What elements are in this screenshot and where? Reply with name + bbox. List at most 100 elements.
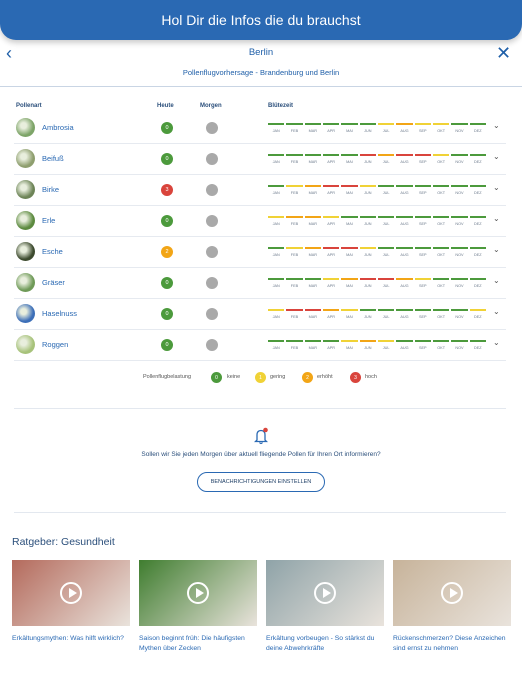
article-card[interactable]: Rückenschmerzen? Diese Anzeichen sind er… [393,560,511,654]
bloom-level-bar [286,278,303,280]
bloom-level-bar [359,309,376,311]
bloom-level-bar [341,123,358,125]
chevron-down-icon[interactable]: ⌄ [493,276,500,285]
pollen-row[interactable]: Gräser 0 JAN FEB MAR APR MAI JUN JUL AUG SEP OKT NOV… [14,268,506,299]
bloom-month: DEZ [469,151,487,167]
month-label: FEB [290,253,299,257]
column-header-today: Heute [157,103,174,109]
pollen-row[interactable]: Ambrosia 0 JAN FEB MAR APR MAI JUN JUL AUG SEP OKT N… [14,113,506,144]
bloom-level-bar [396,185,413,187]
today-level-badge: 3 [161,184,173,196]
bloom-month: OKT [432,306,450,322]
article-title[interactable]: Erkältungsmythen: Was hilft wirklich? [12,634,130,644]
bloom-level-bar [451,309,468,311]
bloom-month: OKT [432,337,450,353]
bloom-month: JUL [377,337,395,353]
bloom-level-bar [286,154,303,156]
article-title[interactable]: Saison beginnt früh: Die häufigsten Myth… [139,634,257,654]
page-subtitle: Pollenflugvorhersage - Brandenburg und B… [182,68,340,77]
bloom-month: JUN [359,213,377,229]
pollen-row[interactable]: Birke 3 JAN FEB MAR APR MAI JUN JUL AUG SEP OKT NOV D… [14,175,506,206]
pollen-row[interactable]: Erle 0 JAN FEB MAR APR MAI JUN JUL AUG SEP OKT NOV DE… [14,206,506,237]
bloom-level-bar [341,154,358,156]
month-label: APR [327,253,336,257]
bloom-month: MAR [304,244,322,260]
pollen-row[interactable]: Beifuß 0 JAN FEB MAR APR MAI JUN JUL AUG SEP OKT NOV… [14,144,506,175]
bloom-level-bar [414,340,431,342]
month-label: JUL [382,346,390,350]
legend-label: hoch [365,374,377,380]
month-label: AUG [400,284,409,288]
bloom-level-bar [286,185,303,187]
article-card[interactable]: Saison beginnt früh: Die häufigsten Myth… [139,560,257,654]
article-image[interactable] [12,560,130,626]
bloom-month: NOV [450,306,468,322]
article-image[interactable] [266,560,384,626]
month-label: AUG [400,253,409,257]
chevron-down-icon[interactable]: ⌄ [493,121,500,130]
month-label: JUL [382,315,390,319]
notification-settings-button[interactable]: BENACHRICHTIGUNGEN EINSTELLEN [197,472,325,492]
article-card[interactable]: Erkältungsmythen: Was hilft wirklich? [12,560,130,644]
chevron-down-icon[interactable]: ⌄ [493,338,500,347]
section-divider [14,408,506,409]
pollen-row[interactable]: Esche 2 JAN FEB MAR APR MAI JUN JUL AUG SEP OKT NOV D… [14,237,506,268]
month-label: JAN [272,191,280,195]
bloom-level-bar [268,123,285,125]
chevron-down-icon[interactable]: ⌄ [493,183,500,192]
month-label: JUN [364,253,372,257]
plant-image [16,304,35,323]
bloom-calendar: JAN FEB MAR APR MAI JUN JUL AUG SEP OKT NOV DEZ [267,120,487,136]
bloom-month: FEB [285,120,303,136]
today-level-badge: 0 [161,308,173,320]
bloom-month: AUG [395,213,413,229]
top-banner[interactable]: Hol Dir die Infos die du brauchst [0,0,522,40]
bloom-month: JUL [377,306,395,322]
month-label: SEP [418,160,427,164]
bloom-month: MAR [304,151,322,167]
chevron-down-icon[interactable]: ⌄ [493,245,500,254]
month-label: JUN [364,222,372,226]
bloom-month: JUN [359,337,377,353]
article-image[interactable] [139,560,257,626]
bloom-level-bar [396,247,413,249]
article-card[interactable]: Erkältung vorbeugen - So stärkst du dein… [266,560,384,654]
pollen-row[interactable]: Haselnuss 0 JAN FEB MAR APR MAI JUN JUL AUG SEP OKT… [14,299,506,330]
tomorrow-level-badge [206,277,218,289]
play-icon[interactable] [60,582,82,604]
bloom-level-bar [268,247,285,249]
month-label: APR [327,284,336,288]
chevron-down-icon[interactable]: ⌄ [493,152,500,161]
bloom-month: AUG [395,244,413,260]
bloom-month: MAI [340,151,358,167]
bloom-level-bar [322,216,340,218]
month-label: FEB [290,315,299,319]
bloom-month: SEP [414,182,432,198]
article-image[interactable] [393,560,511,626]
legend-label: keine [227,374,241,380]
pollen-row[interactable]: Roggen 0 JAN FEB MAR APR MAI JUN JUL AUG SEP OKT NOV… [14,330,506,361]
bloom-level-bar [451,340,468,342]
legend: Pollenflugbelastung 0 keine 1 gering 2 e… [0,372,522,384]
play-icon[interactable] [187,582,209,604]
month-label: DEZ [473,222,482,226]
month-label: JAN [272,253,280,257]
article-title[interactable]: Rückenschmerzen? Diese Anzeichen sind er… [393,634,511,654]
play-icon[interactable] [314,582,336,604]
bloom-month: JUL [377,213,395,229]
bloom-month: APR [322,213,340,229]
chevron-down-icon[interactable]: ⌄ [493,214,500,223]
bloom-level-bar [377,123,395,125]
chevron-down-icon[interactable]: ⌄ [493,307,500,316]
bloom-month: JUL [377,151,395,167]
article-title[interactable]: Erkältung vorbeugen - So stärkst du dein… [266,634,384,654]
bloom-month: FEB [285,213,303,229]
bloom-level-bar [469,123,486,125]
month-label: OKT [437,222,446,226]
bloom-level-bar [304,309,321,311]
bloom-level-bar [286,123,303,125]
today-level-badge: 2 [161,246,173,258]
bloom-month: SEP [414,213,432,229]
play-icon[interactable] [441,582,463,604]
legend-dot: 1 [255,372,266,383]
